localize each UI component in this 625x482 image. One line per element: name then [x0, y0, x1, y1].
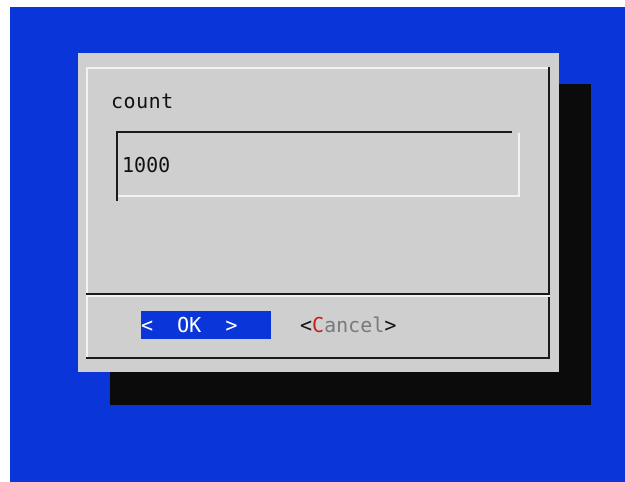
ok-left-bracket: <	[141, 313, 154, 337]
ok-button[interactable]: < OK >	[141, 311, 271, 339]
ok-right-bracket: >	[225, 313, 238, 337]
input-border-left	[116, 131, 118, 201]
count-input[interactable]	[122, 153, 502, 177]
cancel-left-bracket: <	[300, 313, 313, 337]
ok-label: OK	[177, 313, 202, 337]
button-area-separator-highlight	[86, 295, 550, 297]
count-input-box[interactable]	[116, 131, 520, 201]
dialog-border-right	[548, 67, 550, 359]
dialog-border-left	[86, 67, 88, 359]
input-dialog: count < OK > <Cancel>	[78, 53, 559, 372]
input-prompt: count	[111, 89, 174, 113]
dialog-border-top	[86, 67, 550, 69]
input-border-bottom	[118, 195, 520, 197]
cancel-hotkey: C	[312, 313, 325, 337]
input-border-top	[116, 131, 512, 133]
input-border-right	[518, 133, 520, 197]
dialog-border-bottom	[86, 357, 550, 359]
cancel-right-bracket: >	[384, 313, 397, 337]
cancel-button[interactable]: <Cancel>	[300, 311, 396, 339]
cancel-label-rest: ancel	[324, 313, 385, 337]
